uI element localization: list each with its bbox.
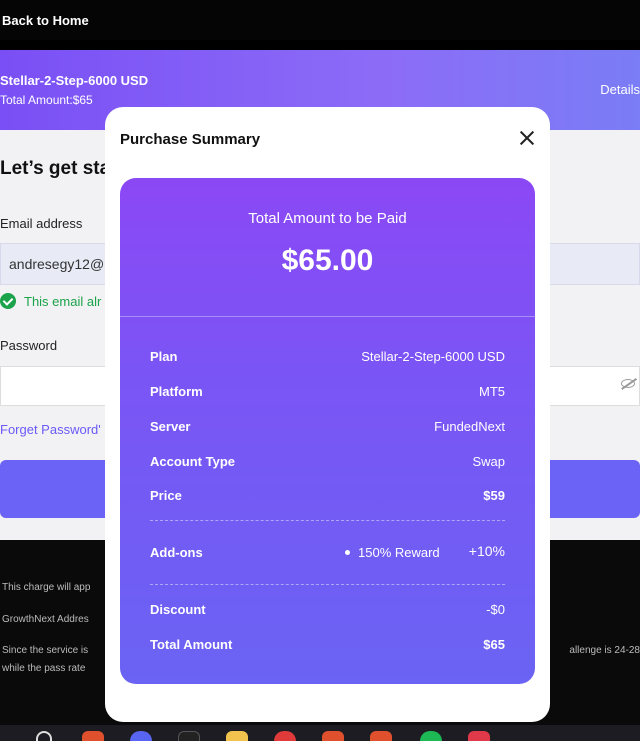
epic-icon[interactable]	[178, 731, 200, 741]
eye-off-icon[interactable]	[621, 379, 635, 388]
taskbar	[0, 725, 640, 741]
top-bar: Back to Home	[0, 0, 640, 40]
search-icon[interactable]	[36, 731, 52, 741]
divider	[120, 316, 535, 317]
row-value: MT5	[479, 384, 505, 399]
disclaimer-line: allenge is 24-28	[569, 645, 640, 656]
row-value: $59	[483, 488, 505, 503]
row-value: FundedNext	[434, 419, 505, 434]
password-label: Password	[0, 338, 58, 353]
row-value: Stellar-2-Step-6000 USD	[361, 349, 505, 364]
summary-card: Total Amount to be Paid $65.00 Plan Stel…	[120, 178, 535, 684]
row-label: Account Type	[150, 454, 235, 469]
row-label: Price	[150, 488, 182, 503]
app-icon[interactable]	[370, 731, 392, 741]
folder-icon[interactable]	[226, 731, 248, 741]
amount-label: Total Amount to be Paid	[248, 210, 407, 227]
purchase-summary-modal: Purchase Summary Total Amount to be Paid…	[105, 107, 550, 722]
dashed-divider	[150, 520, 505, 521]
details-link[interactable]: Details	[600, 82, 640, 97]
disclaimer-line: Since the service is	[2, 645, 89, 656]
addon-item: 150% Reward	[345, 545, 440, 560]
plan-total-amount: Total Amount:$65	[0, 93, 93, 107]
row-label: Total Amount	[150, 637, 233, 652]
modal-title: Purchase Summary	[120, 131, 261, 148]
bullet-icon	[345, 550, 350, 555]
disclaimer-line: This charge will app	[2, 582, 91, 593]
addon-percent: +10%	[468, 543, 505, 559]
forgot-password-link[interactable]: Forget Password'	[0, 422, 101, 437]
disclaimer-line: while the pass rate	[2, 663, 86, 674]
discord-icon[interactable]	[130, 731, 152, 741]
row-label: Platform	[150, 384, 203, 399]
row-value: -$0	[486, 602, 505, 617]
check-circle-icon	[0, 293, 16, 309]
dashed-divider	[150, 584, 505, 585]
row-value: Swap	[472, 454, 505, 469]
back-to-home-link[interactable]: Back to Home	[2, 13, 89, 28]
spotify-icon[interactable]	[420, 731, 442, 741]
row-label: Server	[150, 419, 191, 434]
row-label: Plan	[150, 349, 178, 364]
app-icon[interactable]	[468, 731, 490, 741]
plan-name: Stellar-2-Step-6000 USD	[0, 73, 149, 88]
close-icon[interactable]	[516, 127, 538, 149]
row-label: Add-ons	[150, 545, 203, 560]
disclaimer-line: GrowthNext Addres	[2, 614, 89, 625]
amount-value: $65.00	[281, 244, 374, 277]
email-status-text: This email alr	[24, 293, 102, 309]
form-title: Let’s get sta	[0, 158, 111, 179]
row-label: Discount	[150, 602, 206, 617]
app-icon[interactable]	[82, 731, 104, 741]
addon-name: 150% Reward	[358, 545, 440, 560]
app-icon[interactable]	[322, 731, 344, 741]
email-label: Email address	[0, 216, 83, 231]
chrome-icon[interactable]	[274, 731, 296, 741]
email-status: This email alr	[0, 293, 101, 309]
row-value: $65	[483, 637, 505, 652]
